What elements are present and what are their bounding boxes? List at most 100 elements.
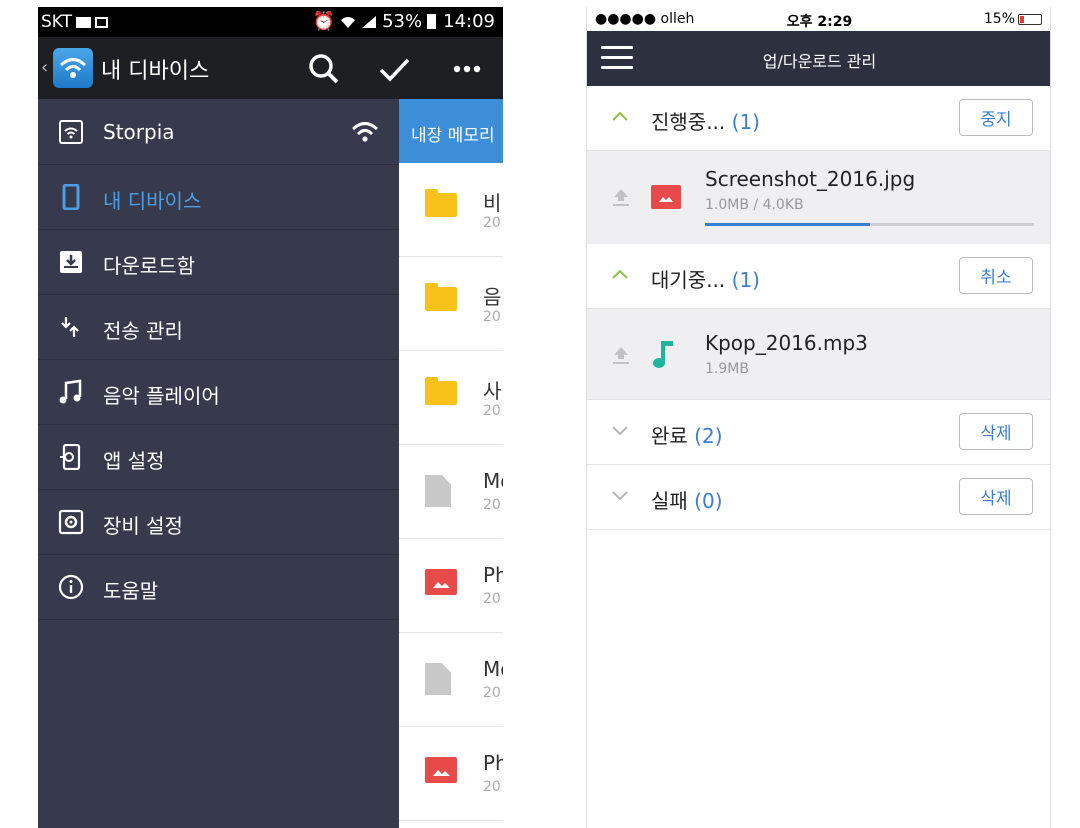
transfer-item-uploading[interactable]: Screenshot_2016.jpg 1.0MB / 4.0KB xyxy=(587,151,1050,245)
section-in-progress[interactable]: 진행중... (1) 중지 xyxy=(587,86,1050,151)
file-row[interactable]: Ph 20 xyxy=(399,539,503,633)
chevron-up-icon[interactable] xyxy=(611,110,629,122)
drawer-item-music-player[interactable]: 음악 플레이어 xyxy=(38,359,399,425)
info-icon xyxy=(58,574,84,600)
section-label: 완료 (2) xyxy=(651,420,723,449)
section-title: 완료 xyxy=(651,424,688,448)
drawer-item-label: 앱 설정 xyxy=(103,449,165,473)
file-name: 음 xyxy=(483,285,502,309)
file-list-panel: 내장 메모리 비 20 음 20 사 20 Mo 20 Ph 20 xyxy=(399,99,503,828)
file-row[interactable]: 음 20 xyxy=(399,257,503,351)
section-label: 진행중... (1) xyxy=(651,106,760,135)
drawer-item-my-device[interactable]: 내 디바이스 xyxy=(38,164,399,230)
section-title: 실패 xyxy=(651,489,688,513)
file-date: 20 xyxy=(483,403,501,419)
ios-status-bar: ●●●●● olleh 오후 2:29 15% xyxy=(587,7,1050,31)
upload-icon xyxy=(613,347,629,364)
stop-button[interactable]: 중지 xyxy=(959,99,1033,136)
drawer-item-label: Storpia xyxy=(103,120,175,144)
wifi-status-icon xyxy=(341,16,356,28)
drawer-item-label: 음악 플레이어 xyxy=(103,384,220,408)
file-name: Screenshot_2016.jpg xyxy=(705,167,916,191)
search-icon[interactable] xyxy=(304,49,344,89)
drawer-item-device-settings[interactable]: 장비 설정 xyxy=(38,489,399,555)
drawer-item-downloads[interactable]: 다운로드함 xyxy=(38,229,399,295)
device-settings-icon xyxy=(58,509,84,535)
image-file-icon xyxy=(651,185,681,209)
file-name: Mo xyxy=(483,469,503,493)
section-count: (1) xyxy=(731,110,760,134)
drawer-item-label: 내 디바이스 xyxy=(103,189,202,213)
android-screen: SKT ⏰ 53% 14:09 ‹ 내 디바이스 내장 메모리 비 20 음 2… xyxy=(38,7,503,828)
drawer-item-storpia[interactable]: Storpia xyxy=(38,99,399,165)
file-date: 20 xyxy=(483,591,501,607)
section-done[interactable]: 완료 (2) 삭제 xyxy=(587,400,1050,465)
message-icon xyxy=(76,16,92,28)
file-row[interactable]: Ph 20 xyxy=(399,727,503,821)
download-box-icon xyxy=(60,251,82,273)
battery-icon xyxy=(1018,13,1042,25)
back-chevron-icon[interactable]: ‹ xyxy=(41,57,48,78)
status-time: 14:09 xyxy=(443,11,495,32)
upload-icon xyxy=(613,189,629,206)
carrier-label: SKT xyxy=(41,12,73,32)
photo-icon xyxy=(425,757,457,783)
status-time: 오후 2:29 xyxy=(786,14,853,30)
file-name: 비 xyxy=(483,191,502,215)
more-icon[interactable] xyxy=(448,49,488,89)
drawer-item-label: 전송 관리 xyxy=(103,319,183,343)
file-date: 20 xyxy=(483,685,501,701)
file-date: 20 xyxy=(483,497,501,513)
transfer-item-waiting[interactable]: Kpop_2016.mp3 1.9MB xyxy=(587,309,1050,400)
section-title: 진행중... xyxy=(651,110,726,134)
file-row[interactable]: 비 20 xyxy=(399,163,503,257)
android-status-bar: SKT ⏰ 53% 14:09 xyxy=(38,7,503,37)
toolbar-title: 내 디바이스 xyxy=(101,59,210,84)
tab-internal-memory[interactable]: 내장 메모리 xyxy=(399,99,503,163)
file-row[interactable]: 사 20 xyxy=(399,351,503,445)
screenshot-icon xyxy=(95,16,109,28)
section-failed[interactable]: 실패 (0) 삭제 xyxy=(587,465,1050,530)
wifi-box-icon xyxy=(59,120,83,144)
drawer-item-label: 다운로드함 xyxy=(103,254,195,278)
file-size: 1.9MB xyxy=(705,361,749,377)
drawer-item-label: 장비 설정 xyxy=(103,514,183,538)
delete-failed-button[interactable]: 삭제 xyxy=(959,478,1033,515)
drawer-item-app-settings[interactable]: 앱 설정 xyxy=(38,424,399,490)
upload-progress-fill xyxy=(705,223,870,226)
drawer-item-transfer[interactable]: 전송 관리 xyxy=(38,294,399,360)
section-count: (2) xyxy=(694,424,723,448)
section-count: (1) xyxy=(731,268,760,292)
storpia-app-icon[interactable] xyxy=(53,48,93,88)
tab-label: 내장 메모리 xyxy=(411,126,495,146)
nav-bar: 업/다운로드 관리 xyxy=(587,31,1050,86)
delete-done-button[interactable]: 삭제 xyxy=(959,413,1033,450)
section-count: (0) xyxy=(694,489,723,513)
file-row[interactable]: Mo 20 xyxy=(399,633,503,727)
drawer-item-help[interactable]: 도움말 xyxy=(38,554,399,620)
signal-icon xyxy=(362,15,377,28)
section-title: 대기중... xyxy=(651,268,726,292)
file-name: 사 xyxy=(483,379,502,403)
folder-icon xyxy=(425,377,457,405)
navigation-drawer: Storpia 내 디바이스 다운로드함 전송 관리 음악 플레이어 앱 설정 … xyxy=(38,99,399,828)
file-row[interactable]: Mo 20 xyxy=(399,445,503,539)
file-date: 20 xyxy=(483,309,501,325)
section-label: 실패 (0) xyxy=(651,485,723,514)
battery-percent: 53% xyxy=(382,11,423,32)
chevron-down-icon[interactable] xyxy=(611,424,629,436)
file-name: Kpop_2016.mp3 xyxy=(705,331,868,355)
app-toolbar: ‹ 내 디바이스 xyxy=(38,37,503,99)
phone-icon xyxy=(62,184,80,210)
chevron-up-icon[interactable] xyxy=(611,268,629,280)
cancel-button[interactable]: 취소 xyxy=(959,257,1033,294)
file-date: 20 xyxy=(483,215,501,231)
battery-icon xyxy=(427,14,437,29)
chevron-down-icon[interactable] xyxy=(611,489,629,501)
file-size: 1.0MB / 4.0KB xyxy=(705,197,804,213)
app-settings-icon xyxy=(60,444,81,470)
music-note-icon xyxy=(59,379,82,404)
check-icon[interactable] xyxy=(374,49,414,89)
section-label: 대기중... (1) xyxy=(651,264,760,293)
section-waiting[interactable]: 대기중... (1) 취소 xyxy=(587,244,1050,309)
